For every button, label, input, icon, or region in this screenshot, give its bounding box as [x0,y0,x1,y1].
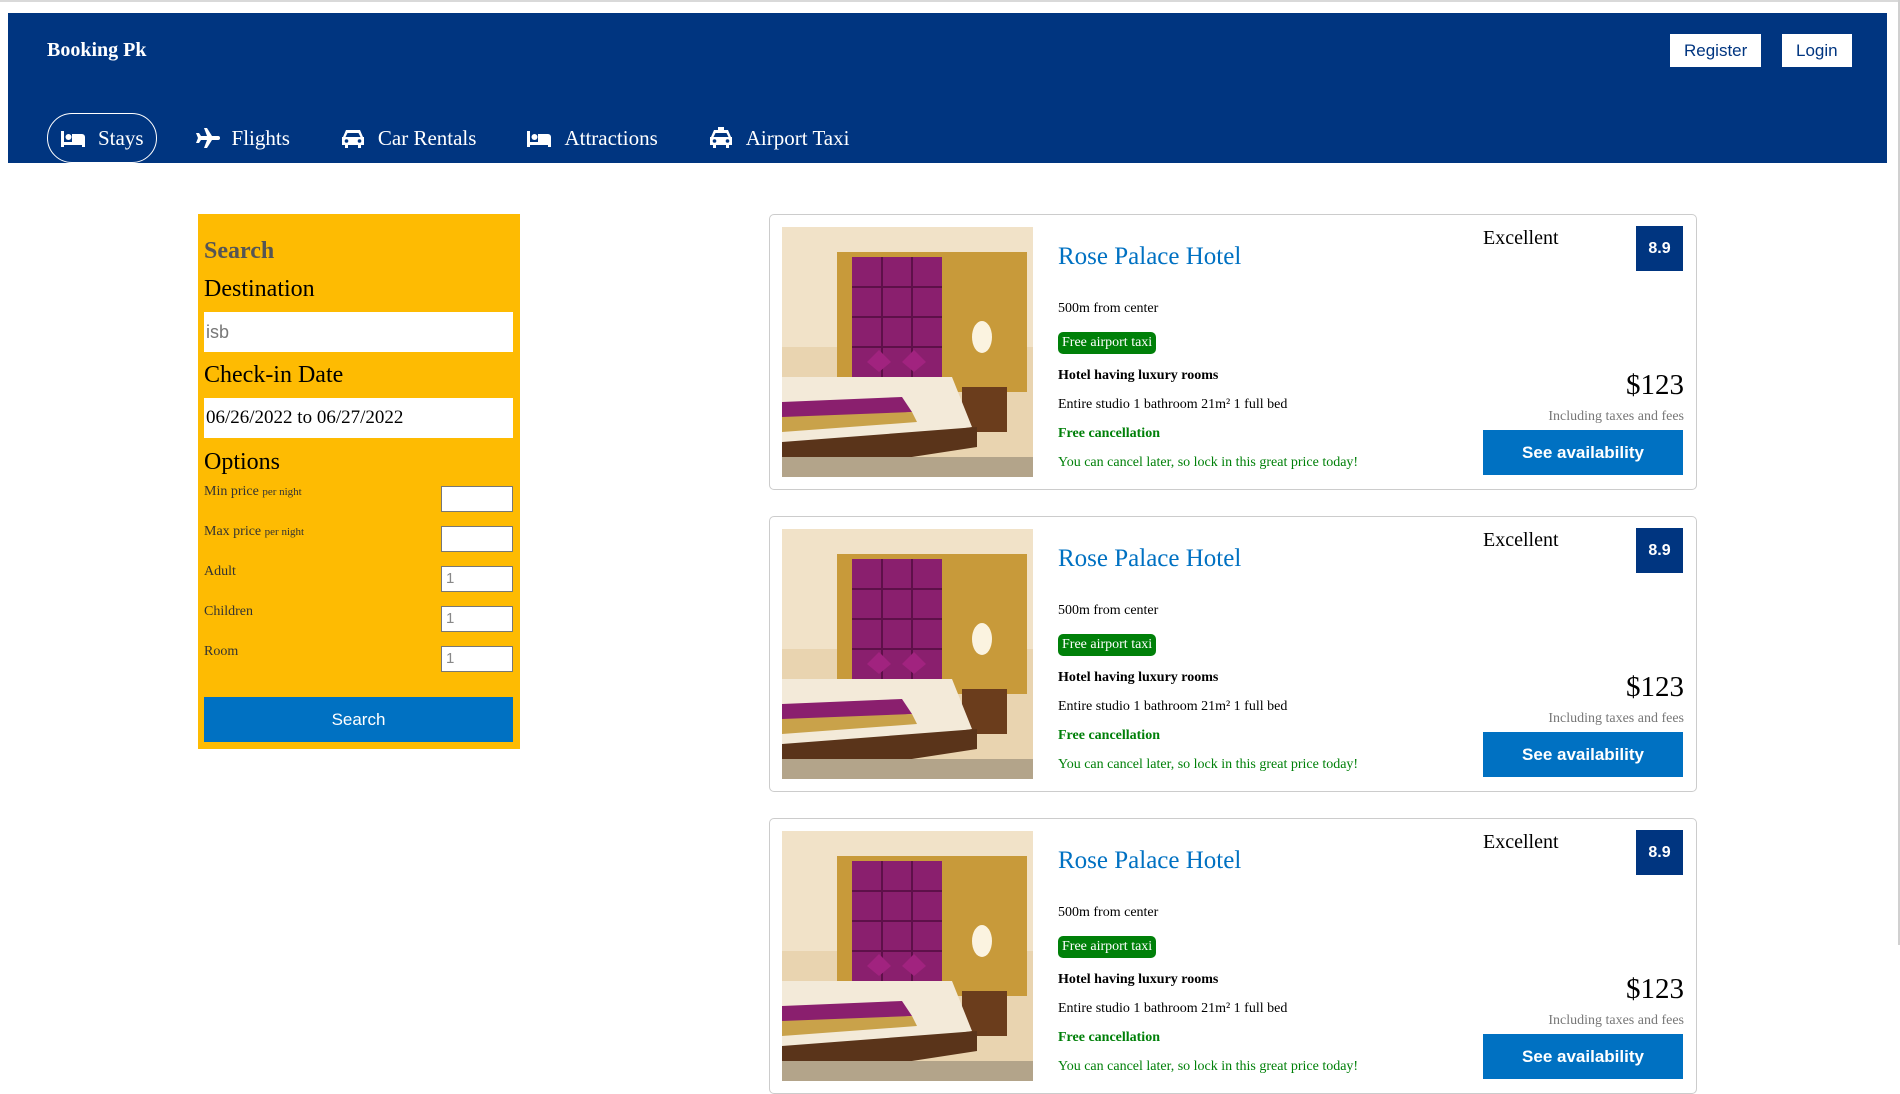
hotel-subtitle: Hotel having luxury rooms [1058,670,1219,685]
hotel-room-image [782,529,1033,779]
rating-text: Excellent [1483,227,1559,249]
nav-item-label: Airport Taxi [745,125,850,150]
option-label: Children [204,604,253,619]
free-taxi-badge: Free airport taxi [1058,332,1157,354]
hotel-price: $123 [1626,671,1684,703]
nav-item-flights[interactable]: Flights [181,113,303,163]
hotel-image[interactable] [782,227,1033,477]
hotel-distance: 500m from center [1058,603,1159,618]
option-label: Adult [204,564,236,579]
hotel-price: $123 [1626,369,1684,401]
option-max-price: Max price per night [204,524,513,554]
rating-badge: 8.9 [1636,830,1683,875]
nav-item-stays[interactable]: Stays [47,113,157,163]
hotel-features: Entire studio 1 bathroom 21m² 1 full bed [1058,397,1288,412]
hotel-room-image [782,831,1033,1081]
search-panel: Search Destination Check-in Date 06/26/2… [198,214,520,749]
hotel-card: Rose Palace Hotel 500m from center Free … [769,516,1697,792]
brand-logo[interactable]: Booking Pk [47,39,146,62]
rating-text: Excellent [1483,529,1559,551]
header: Booking Pk Register Login Stays Flights … [8,13,1887,163]
cancellation-note: You can cancel later, so lock in this gr… [1058,455,1359,470]
cancellation-note: You can cancel later, so lock in this gr… [1058,757,1359,772]
option-label: Max price per night [204,524,305,539]
nav-item-airport-taxi[interactable]: Airport Taxi [695,113,863,163]
search-button[interactable]: Search [204,697,513,742]
register-button[interactable]: Register [1670,34,1762,67]
room-input[interactable]: 1 [441,646,513,672]
rating-badge: 8.9 [1636,226,1683,271]
hotel-subtitle: Hotel having luxury rooms [1058,972,1219,987]
destination-input[interactable] [204,312,513,352]
min-price-input[interactable] [441,486,513,512]
free-taxi-badge: Free airport taxi [1058,634,1157,656]
options-label: Options [204,449,281,475]
hotel-card: Rose Palace Hotel 500m from center Free … [769,818,1697,1094]
hotel-card: Rose Palace Hotel 500m from center Free … [769,214,1697,490]
option-room: Room 1 [204,644,513,674]
hotel-subtitle: Hotel having luxury rooms [1058,368,1219,383]
hotel-distance: 500m from center [1058,301,1159,316]
hotel-name-link[interactable]: Rose Palace Hotel [1058,545,1241,573]
see-availability-button[interactable]: See availability [1483,732,1683,777]
nav-item-label: Car Rentals [377,125,477,150]
cancellation-note: You can cancel later, so lock in this gr… [1058,1059,1359,1074]
rating-text: Excellent [1483,831,1559,853]
adult-input[interactable]: 1 [441,566,513,592]
option-children: Children 1 [204,604,513,634]
hotel-name-link[interactable]: Rose Palace Hotel [1058,847,1241,875]
option-min-price: Min price per night [204,484,513,514]
main-nav: Stays Flights Car Rentals Attractions Ai… [47,113,886,163]
tax-note: Including taxes and fees [1548,711,1684,726]
option-adult: Adult 1 [204,564,513,594]
nav-item-car-rentals[interactable]: Car Rentals [327,113,490,163]
tax-note: Including taxes and fees [1548,1013,1684,1028]
bed-icon [61,131,85,147]
hotel-features: Entire studio 1 bathroom 21m² 1 full bed [1058,699,1288,714]
tax-note: Including taxes and fees [1548,409,1684,424]
search-title: Search [204,238,275,264]
login-button[interactable]: Login [1782,34,1852,67]
checkin-label: Check-in Date [204,362,344,388]
hotel-distance: 500m from center [1058,905,1159,920]
hotel-image[interactable] [782,529,1033,779]
free-cancellation: Free cancellation [1058,1030,1160,1045]
taxi-icon [709,127,732,148]
car-icon [341,130,364,148]
see-availability-button[interactable]: See availability [1483,1034,1683,1079]
max-price-input[interactable] [441,526,513,552]
hotel-price: $123 [1626,973,1684,1005]
window-top-border [0,0,1900,2]
destination-label: Destination [204,276,315,302]
plane-icon [195,128,220,148]
see-availability-button[interactable]: See availability [1483,430,1683,475]
rating-badge: 8.9 [1636,528,1683,573]
children-input[interactable]: 1 [441,606,513,632]
hotel-room-image [782,227,1033,477]
hotel-name-link[interactable]: Rose Palace Hotel [1058,243,1241,271]
nav-item-attractions[interactable]: Attractions [513,113,670,163]
checkin-date-field[interactable]: 06/26/2022 to 06/27/2022 [204,398,513,438]
hotel-image[interactable] [782,831,1033,1081]
nav-item-label: Stays [98,125,144,150]
free-taxi-badge: Free airport taxi [1058,936,1157,958]
free-cancellation: Free cancellation [1058,728,1160,743]
nav-item-label: Attractions [564,125,658,150]
hotel-features: Entire studio 1 bathroom 21m² 1 full bed [1058,1001,1288,1016]
nav-item-label: Flights [231,125,290,150]
option-label: Min price per night [204,484,302,499]
bed-icon [527,131,552,147]
option-label: Room [204,644,239,659]
free-cancellation: Free cancellation [1058,426,1160,441]
